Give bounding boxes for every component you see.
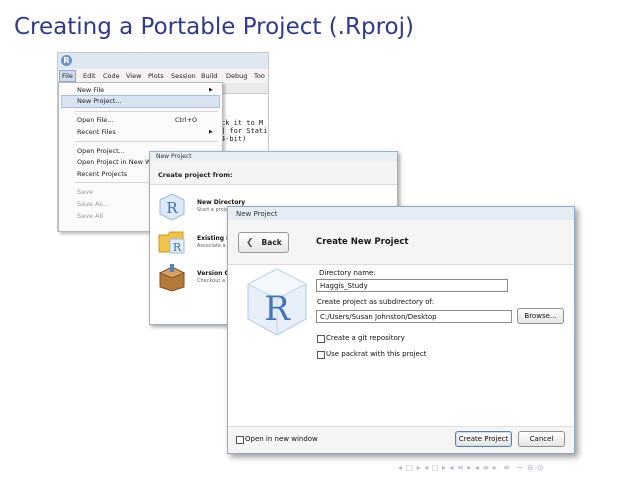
menu-item-save-all[interactable]: Save All [77,212,103,220]
menu-session[interactable]: Session [171,72,196,80]
dialog-heading: Create project from: [158,171,233,179]
editor-code: ck it to M] for Stati 4-bit) [221,119,267,143]
svg-text:R: R [264,289,291,329]
menu-item-open-project[interactable]: Open Project... [77,147,125,155]
menu-item-new-file[interactable]: New File [77,86,104,94]
menu-separator [75,141,218,142]
menu-item-recent-files[interactable]: Recent Files [77,128,116,136]
code-line: ck it to M [221,119,264,127]
menu-view[interactable]: View [126,72,141,80]
menu-build[interactable]: Build [201,72,217,80]
menu-code[interactable]: Code [103,72,120,80]
packrat-label: Use packrat with this project [326,350,427,358]
menu-item-save[interactable]: Save [77,188,93,196]
slide-title: Creating a Portable Project (.Rproj) [14,14,414,40]
code-line: 4-bit) [221,135,247,143]
option-version-control[interactable]: Version C [197,270,229,277]
r-project-cube-icon: R [246,268,308,336]
menu-tools[interactable]: Too [254,72,265,80]
dialog-header: Create project from: [150,162,397,185]
menu-edit[interactable]: Edit [83,72,96,80]
dialog-footer: Open in new window Create Project Cancel [228,426,574,453]
box-icon [158,264,186,292]
directory-name-label: Directory name: [319,269,376,277]
submenu-arrow-icon: ▶ [209,129,213,135]
menu-file[interactable]: File [59,70,76,82]
svg-text:R: R [173,241,182,254]
menu-plots[interactable]: Plots [148,72,164,80]
git-repository-checkbox[interactable] [317,335,325,343]
beamer-navigation-icons[interactable]: ◂ □ ▸ ◂ ◻ ▸ ◂ ≡ ▸ ◂ ≡ ▸ ≡ ∽ ⊖ ⊙ [398,463,544,472]
code-line: ] for Stati [221,127,268,135]
chevron-left-icon: ❮ [246,237,254,248]
cancel-button[interactable]: Cancel [518,431,565,447]
option-sub: Associate a [197,243,226,249]
submenu-arrow-icon: ▶ [209,87,213,93]
create-project-button[interactable]: Create Project [455,431,512,447]
svg-text:R: R [166,199,178,217]
open-new-window-checkbox[interactable] [236,436,244,444]
subdirectory-label: Create project as subdirectory of: [317,298,435,306]
option-new-directory[interactable]: New Directory [197,199,245,206]
menu-item-open-project-new-window[interactable]: Open Project in New Win [77,158,157,166]
folder-r-icon: R [158,231,185,254]
open-new-window-label: Open in new window [245,435,318,443]
browse-button[interactable]: Browse... [517,308,564,324]
menu-item-new-project[interactable]: New Project... [77,97,122,105]
menu-separator [75,111,218,112]
menu-debug[interactable]: Debug [226,72,247,80]
subdirectory-input[interactable]: C:/Users/Susan Johnston/Desktop [316,310,512,323]
option-sub: Start a proje [197,207,229,213]
dialog-title: New Project [150,152,397,162]
r-cube-icon: R [159,193,185,221]
directory-name-input[interactable]: Haggis_Study [316,279,508,292]
dialog-title: New Project [228,207,574,220]
packrat-checkbox[interactable] [317,351,325,359]
editor-toolbar [219,83,268,94]
rstudio-titlebar: R [58,53,268,69]
dialog-heading: Create New Project [316,237,409,247]
dialog-header: ❮ Back Create New Project [228,220,574,265]
menu-item-open-file[interactable]: Open File... [77,116,114,124]
back-button-label: Back [261,238,282,247]
menu-item-save-as[interactable]: Save As... [77,200,109,208]
shortcut-open-file: Ctrl+O [175,116,198,124]
new-project-dialog: New Project ❮ Back Create New Project R … [227,206,575,454]
menu-item-recent-projects[interactable]: Recent Projects [77,170,127,178]
back-button[interactable]: ❮ Back [238,232,289,253]
git-repository-label: Create a git repository [326,334,405,342]
option-sub: Checkout a [197,278,226,284]
rstudio-logo-icon: R [61,55,72,66]
